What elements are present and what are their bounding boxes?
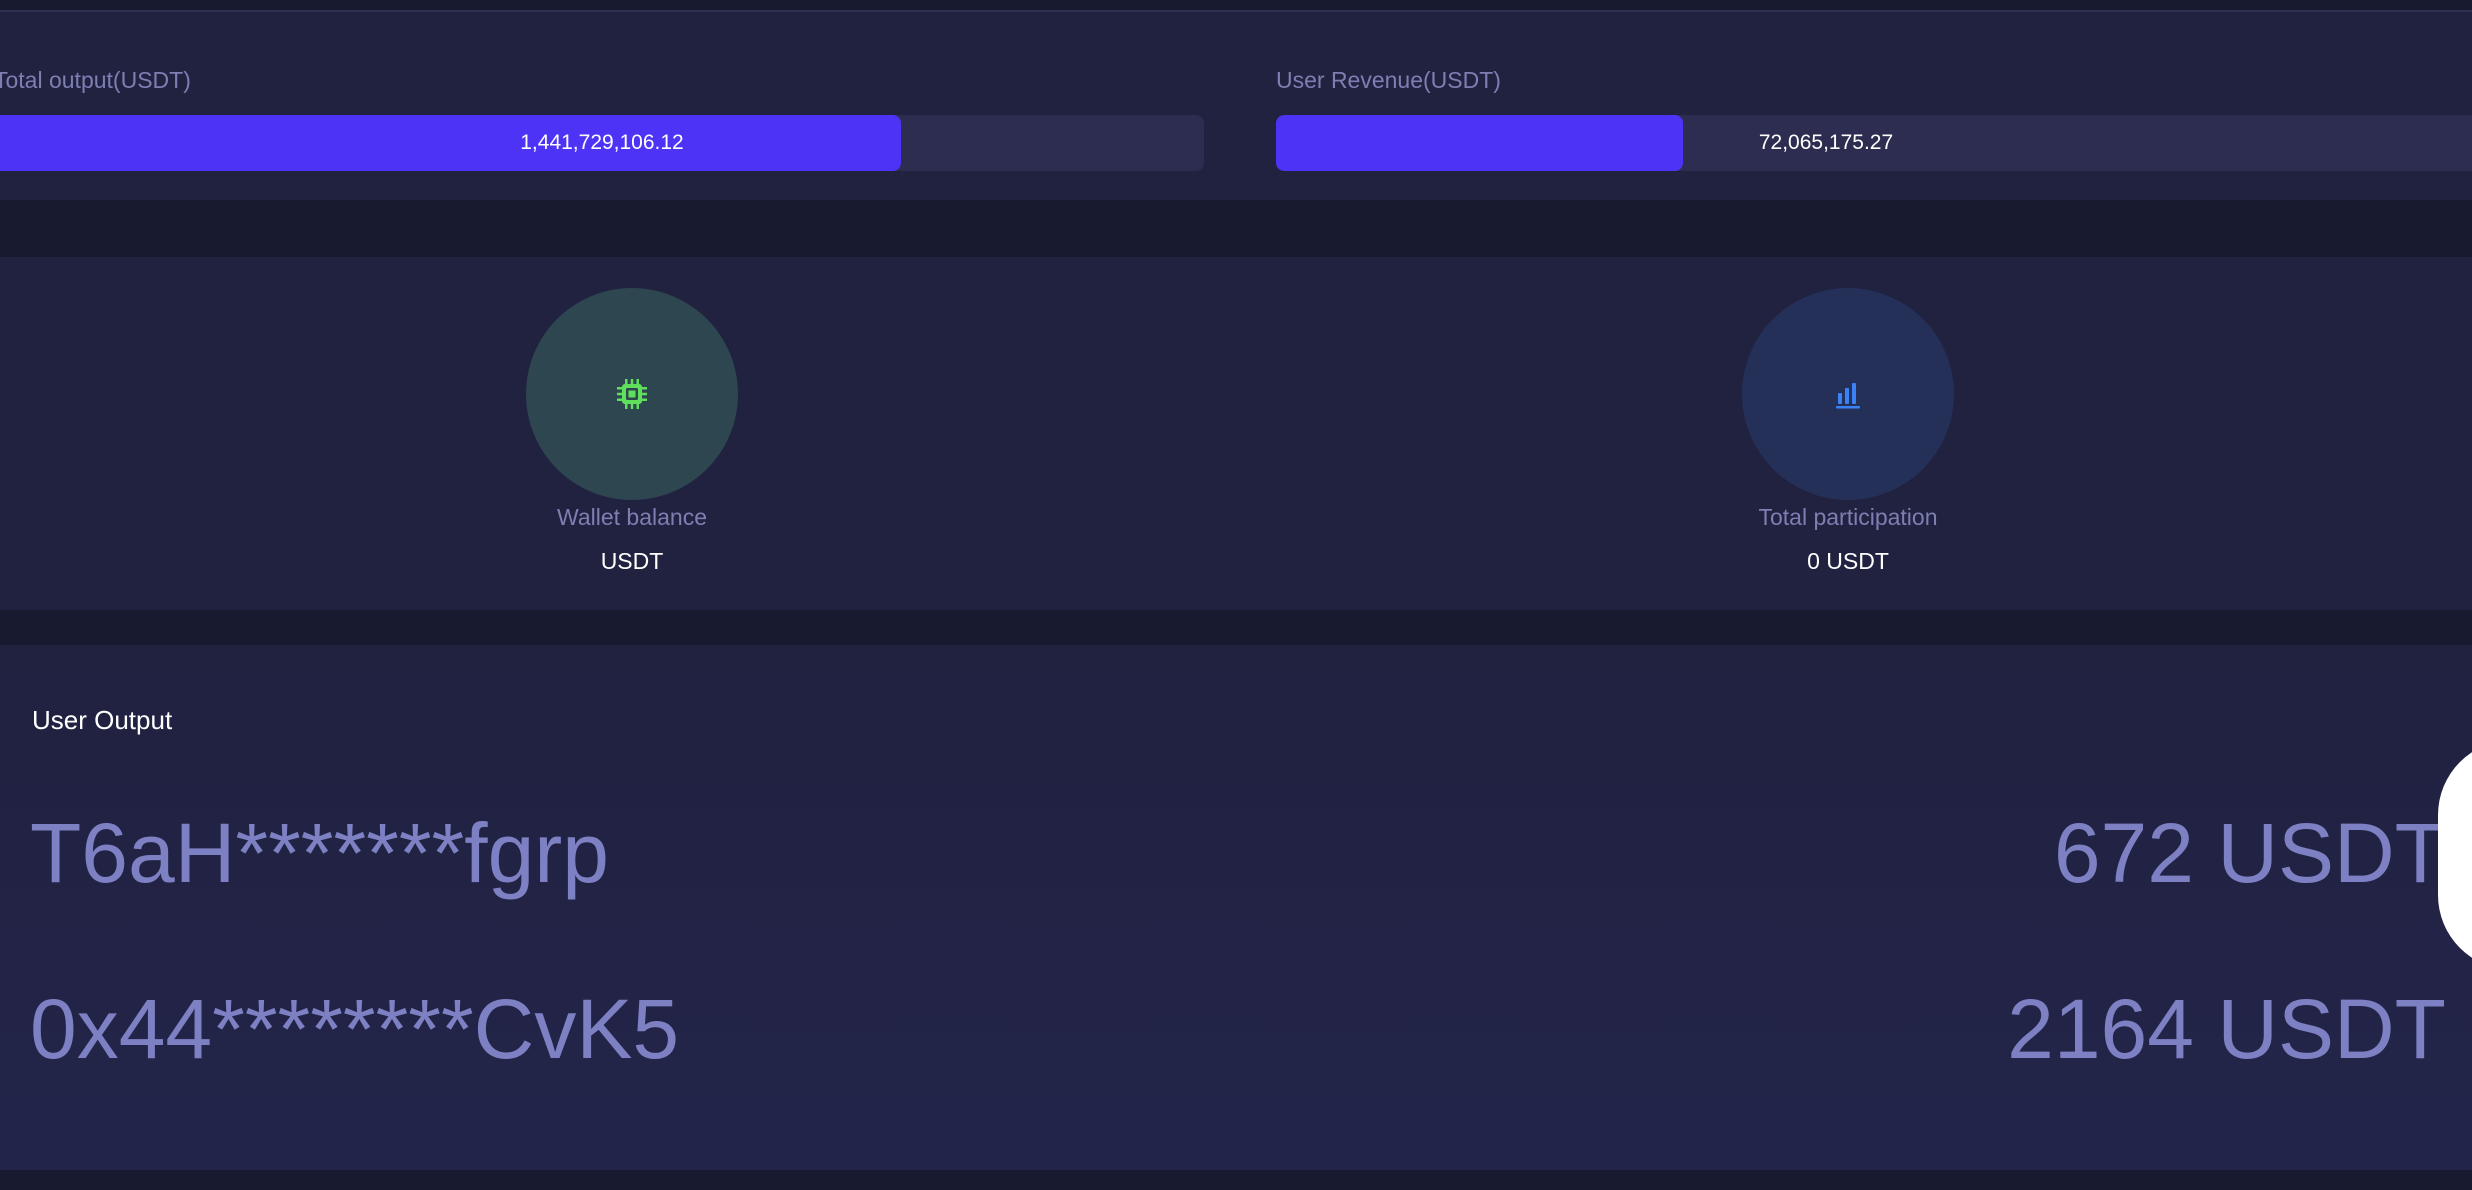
user-output-card: User Output T6aH*******fgrp 672 USDT 0x4… [0,645,2472,1170]
stats-card: Total output(USDT) 1,441,729,106.12 User… [0,12,2472,200]
wallet-balance-label: Wallet balance [556,504,707,530]
wallet-balance-value: USDT [600,548,664,574]
wallet-balance-icon-circle [526,288,738,500]
total-participation-label: Total participation [1758,504,1938,530]
cpu-chip-icon [617,379,647,409]
output-row-address: 0x44********CvK5 [30,982,680,1076]
total-output-bar: 1,441,729,106.12 [0,115,1204,171]
total-output-value: 1,441,729,106.12 [520,131,684,154]
bar-chart-icon [1836,383,1860,409]
output-row-amount: 2164 USDT [2007,982,2446,1076]
total-participation-icon-circle [1742,288,1954,500]
user-output-title: User Output [32,705,173,735]
total-participation-value: 0 USDT [1807,548,1889,574]
total-output-label: Total output(USDT) [0,67,191,93]
user-revenue-value: 72,065,175.27 [1758,131,1894,154]
output-row-address: T6aH*******fgrp [30,806,609,900]
user-revenue-label: User Revenue(USDT) [1276,67,1501,93]
user-revenue-bar: 72,065,175.27 [1276,115,2472,171]
wallet-card: Wallet balance USDT Total participation … [0,257,2472,610]
output-row-amount: 672 USDT [2053,806,2446,900]
